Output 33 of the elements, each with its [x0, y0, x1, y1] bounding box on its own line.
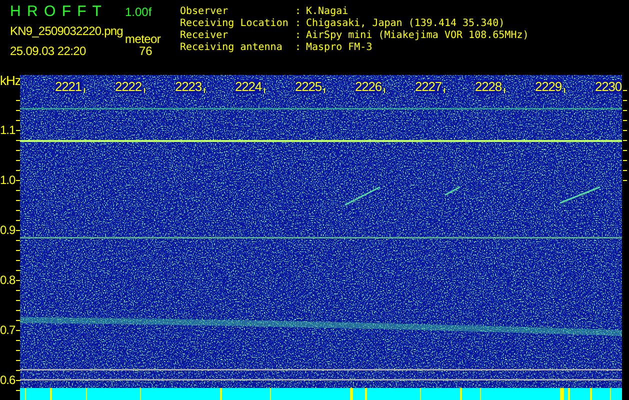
- info-value: Maspro FM-3: [306, 42, 374, 54]
- frequency-label: 0.8: [0, 273, 16, 287]
- time-label: 2230: [595, 80, 622, 93]
- version-label: 1.00f: [125, 4, 152, 19]
- frequency-label: 0.7: [0, 323, 16, 337]
- info-value: Chigasaki, Japan (139.414 35.340): [306, 18, 506, 30]
- time-label: 2224: [235, 80, 262, 93]
- time-label: 2223: [175, 80, 202, 93]
- axis-unit-label: kHz: [0, 74, 21, 88]
- time-label: 2227: [415, 80, 442, 93]
- frequency-label: 0.9: [0, 223, 16, 237]
- time-label: 2221: [55, 80, 82, 93]
- time-label: 2226: [355, 80, 382, 93]
- time-label: 2229: [535, 80, 562, 93]
- datetime-label: 25.09.03 22:20: [10, 44, 87, 58]
- info-label: Receiving Location: [180, 18, 290, 30]
- frequency-label: 1.0: [0, 173, 16, 187]
- time-label: 2225: [295, 80, 322, 93]
- info-value: K.Nagai: [306, 6, 350, 18]
- info-label: Observer: [180, 6, 230, 18]
- time-label: 2222: [115, 80, 142, 93]
- info-colon: :: [295, 6, 302, 18]
- info-value: AirSpy mini (Miakejima VOR 108.65MHz): [306, 30, 529, 42]
- info-colon: :: [295, 42, 302, 54]
- frequency-label: 1.1: [0, 123, 16, 137]
- info-colon: :: [295, 30, 302, 42]
- info-label: Receiving antenna: [180, 42, 284, 54]
- frequency-label: 0.6: [0, 373, 16, 387]
- info-label: Receiver: [180, 30, 230, 42]
- program-title: H R O F F T: [10, 3, 102, 20]
- info-colon: :: [295, 18, 302, 30]
- filename-label: KN9_2509032220.png: [10, 23, 124, 38]
- time-label: 2228: [475, 80, 502, 93]
